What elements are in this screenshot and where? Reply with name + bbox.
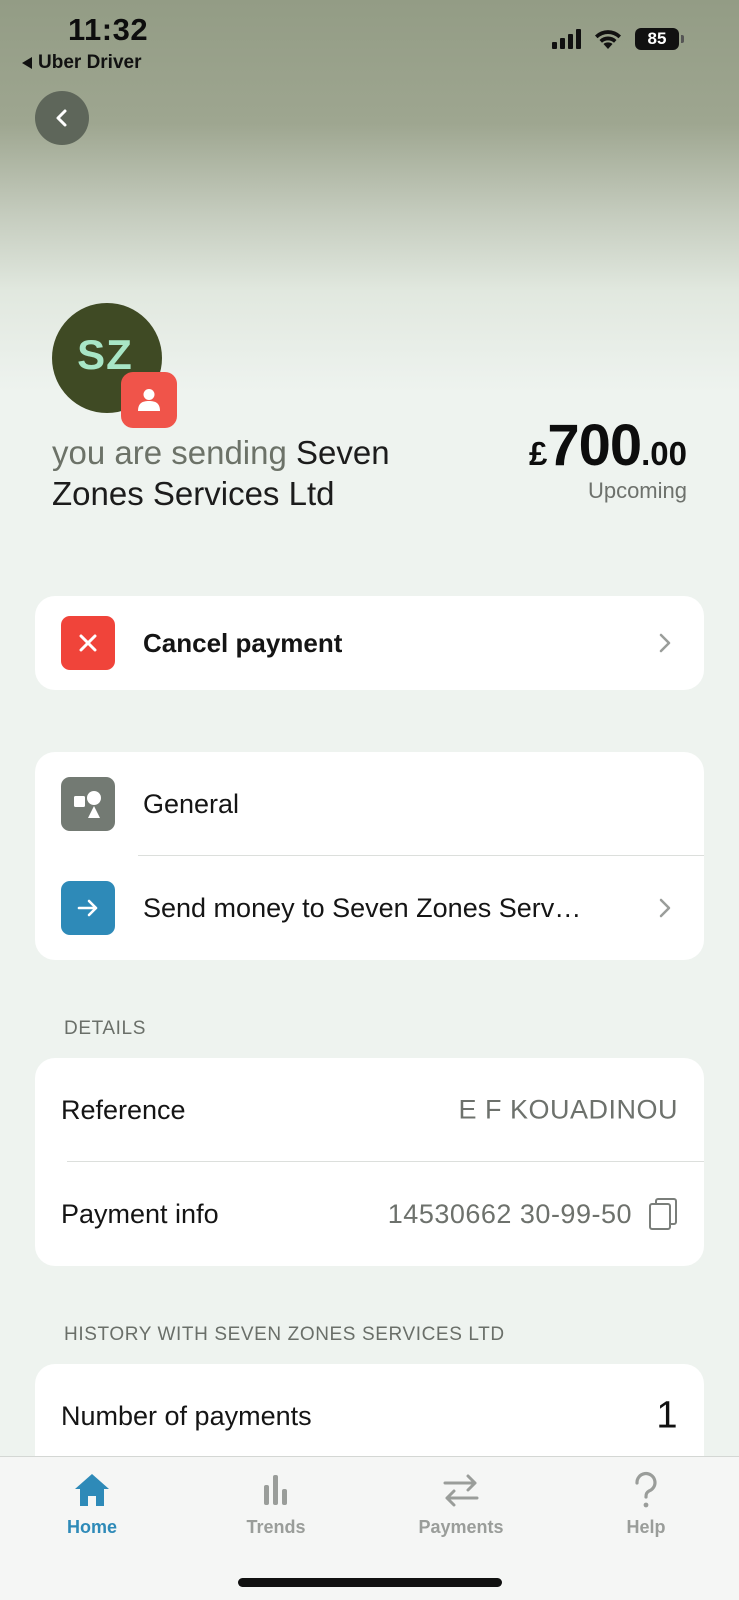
general-row[interactable]: General <box>35 752 704 856</box>
status-time: 11:32 <box>68 12 149 47</box>
send-money-row[interactable]: Send money to Seven Zones Serv… <box>35 856 704 960</box>
cellular-signal-icon <box>552 29 581 49</box>
payments-count-value: 1 <box>656 1394 678 1437</box>
payments-count-row: Number of payments 1 <box>35 1364 704 1468</box>
close-icon <box>61 616 115 670</box>
chevron-left-icon <box>56 109 67 127</box>
sending-prefix: you are sending <box>52 434 287 471</box>
sending-description: you are sending Seven Zones Services Ltd <box>52 432 472 514</box>
status-bar: 11:32 Uber Driver 85 <box>0 0 739 80</box>
back-button[interactable] <box>35 91 89 145</box>
home-indicator <box>238 1578 502 1587</box>
tab-home-label: Home <box>66 1517 117 1537</box>
tab-payments-label: Payments <box>418 1517 504 1537</box>
history-section-title: HISTORY WITH SEVEN ZONES SERVICES LTD <box>64 1324 505 1345</box>
cancel-payment-card: Cancel payment <box>35 596 704 690</box>
details-section-title: DETAILS <box>64 1018 146 1039</box>
details-card: Reference E F KOUADINOU Payment info 145… <box>35 1058 704 1266</box>
arrow-right-icon <box>61 881 115 935</box>
general-label: General <box>143 788 240 819</box>
actions-card: General Send money to Seven Zones Serv… <box>35 752 704 960</box>
reference-label: Reference <box>61 1094 186 1125</box>
bar-chart-icon <box>264 1475 287 1505</box>
payment-info-value: 14530662 30-99-50 <box>387 1198 632 1229</box>
reference-row: Reference E F KOUADINOU <box>35 1058 704 1162</box>
battery-icon: 85 <box>635 28 684 50</box>
avatar-initials: SZ <box>77 331 133 378</box>
cancel-payment-button[interactable]: Cancel payment <box>35 596 704 690</box>
back-triangle-icon <box>22 57 32 69</box>
amount-currency: £ <box>528 435 548 472</box>
payment-info-value-wrap: 14530662 30-99-50 <box>388 1197 678 1231</box>
person-badge-icon <box>121 372 177 428</box>
payment-info-row: Payment info 14530662 30-99-50 <box>35 1162 704 1266</box>
home-icon <box>75 1474 109 1506</box>
payments-count-label: Number of payments <box>61 1400 312 1431</box>
shapes-icon <box>61 777 115 831</box>
tab-trends-label: Trends <box>246 1517 306 1537</box>
tab-help-label: Help <box>626 1517 666 1537</box>
chevron-right-icon <box>659 898 671 918</box>
tab-payments[interactable]: Payments <box>391 1471 531 1538</box>
question-mark-icon <box>635 1471 657 1508</box>
amount-decimal: .00 <box>641 435 687 472</box>
payment-status: Upcoming <box>587 478 687 503</box>
chevron-right-icon <box>659 633 671 653</box>
amount-main: 700 <box>547 413 642 478</box>
transfer-arrows-icon <box>443 1474 479 1507</box>
payment-amount: £700.00 <box>529 412 687 479</box>
tab-help[interactable]: Help <box>576 1471 716 1538</box>
payment-info-label: Payment info <box>61 1198 219 1229</box>
back-to-app-link[interactable]: Uber Driver <box>22 52 142 74</box>
send-money-label: Send money to Seven Zones Serv… <box>143 892 582 923</box>
status-icons: 85 <box>552 28 684 50</box>
back-app-label: Uber Driver <box>38 52 142 73</box>
tab-trends[interactable]: Trends <box>206 1471 346 1538</box>
reference-value: E F KOUADINOU <box>458 1094 678 1125</box>
copy-icon[interactable] <box>648 1197 678 1231</box>
wifi-icon <box>595 30 621 49</box>
tab-home[interactable]: Home <box>22 1471 162 1538</box>
cancel-payment-label: Cancel payment <box>143 627 343 658</box>
